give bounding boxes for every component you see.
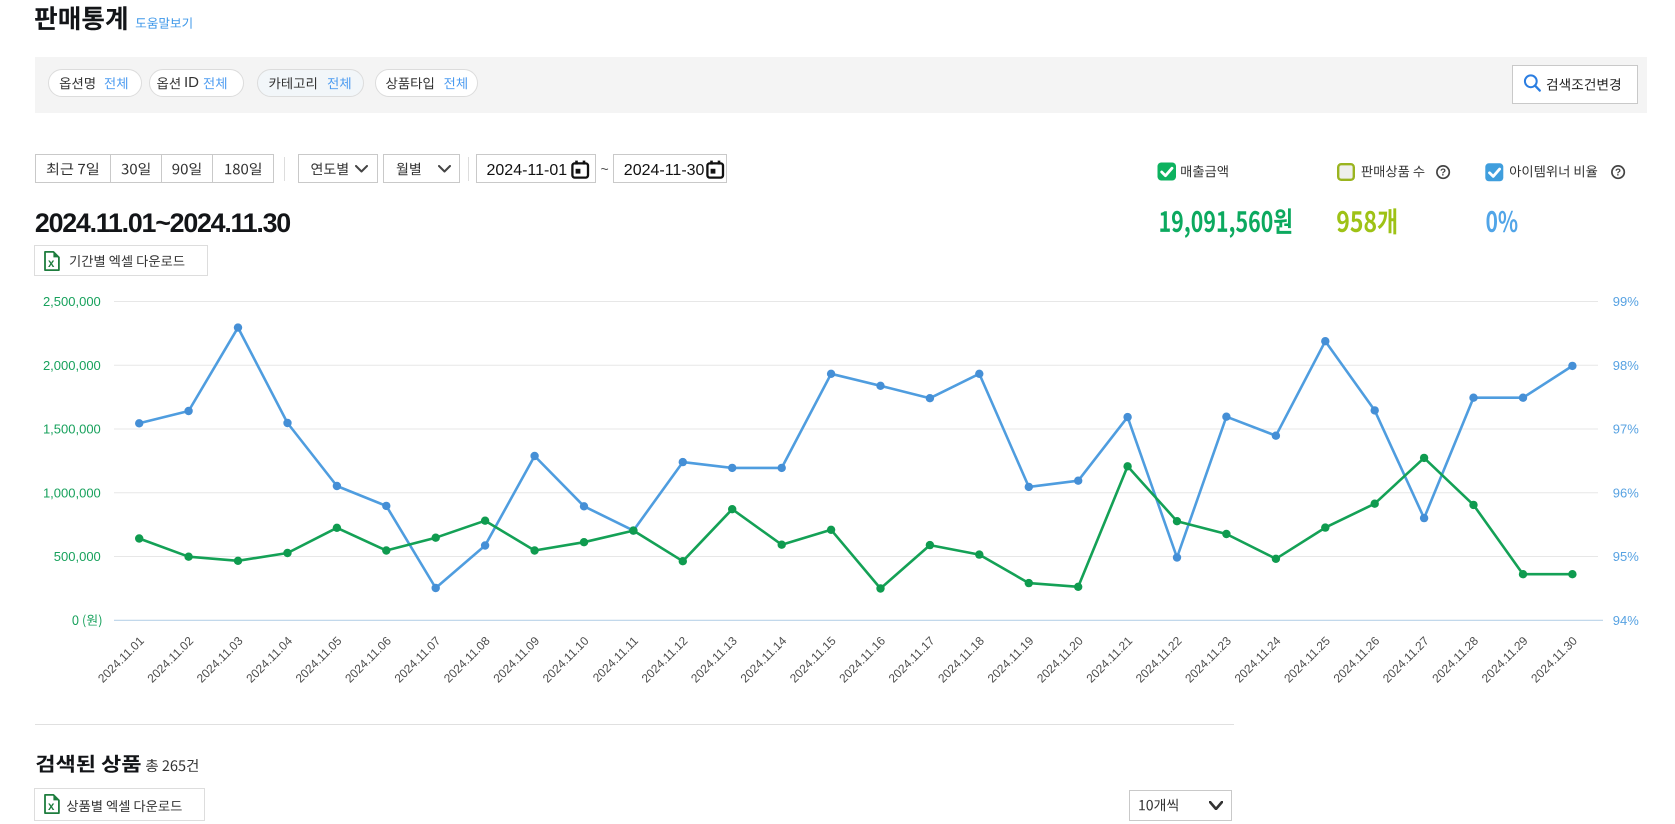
svg-text:2,500,000: 2,500,000: [43, 294, 101, 309]
svg-text:2024.11.09: 2024.11.09: [490, 633, 542, 685]
svg-text:2024.11.05: 2024.11.05: [293, 633, 345, 685]
svg-text:2024.11.11: 2024.11.11: [590, 633, 641, 684]
svg-text:2024.11.28: 2024.11.28: [1429, 633, 1481, 685]
svg-text:2,000,000: 2,000,000: [43, 358, 101, 373]
svg-text:2024.11.22: 2024.11.22: [1133, 633, 1185, 685]
svg-text:94%: 94%: [1613, 613, 1639, 628]
svg-text:2024.11.30: 2024.11.30: [1528, 633, 1580, 685]
svg-text:2024.11.16: 2024.11.16: [836, 633, 888, 685]
svg-text:2024.11.27: 2024.11.27: [1380, 633, 1432, 685]
svg-text:95%: 95%: [1613, 549, 1639, 564]
svg-text:97%: 97%: [1613, 422, 1639, 437]
svg-text:2024.11.19: 2024.11.19: [985, 633, 1037, 685]
svg-text:2024.11.17: 2024.11.17: [886, 633, 938, 685]
svg-text:2024.11.03: 2024.11.03: [194, 633, 246, 685]
svg-text:2024.11.02: 2024.11.02: [144, 633, 196, 685]
svg-text:98%: 98%: [1613, 358, 1639, 373]
svg-text:2024.11.23: 2024.11.23: [1182, 633, 1234, 685]
svg-text:2024.11.13: 2024.11.13: [688, 633, 740, 685]
svg-text:2024.11.21: 2024.11.21: [1083, 633, 1135, 685]
svg-text:500,000: 500,000: [54, 549, 101, 564]
svg-text:2024.11.18: 2024.11.18: [935, 633, 987, 685]
svg-text:2024.11.29: 2024.11.29: [1479, 633, 1531, 685]
svg-text:2024.11.24: 2024.11.24: [1232, 633, 1284, 685]
svg-text:2024.11.06: 2024.11.06: [342, 633, 394, 685]
svg-text:2024.11.15: 2024.11.15: [787, 633, 839, 685]
svg-text:2024.11.07: 2024.11.07: [392, 633, 444, 685]
svg-text:2024.11.01: 2024.11.01: [95, 633, 147, 685]
svg-text:1,000,000: 1,000,000: [43, 485, 101, 500]
svg-text:2024.11.04: 2024.11.04: [243, 633, 295, 685]
svg-text:2024.11.12: 2024.11.12: [639, 633, 691, 685]
svg-text:1,500,000: 1,500,000: [43, 422, 101, 437]
svg-text:2024.11.25: 2024.11.25: [1281, 633, 1333, 685]
svg-text:2024.11.26: 2024.11.26: [1331, 633, 1383, 685]
svg-text:2024.11.14: 2024.11.14: [738, 633, 790, 685]
svg-text:99%: 99%: [1613, 294, 1639, 309]
svg-text:2024.11.20: 2024.11.20: [1034, 633, 1086, 685]
svg-text:2024.11.10: 2024.11.10: [540, 633, 592, 685]
svg-text:x: x: [48, 801, 55, 813]
svg-text:96%: 96%: [1613, 485, 1639, 500]
svg-text:2024.11.08: 2024.11.08: [441, 633, 493, 685]
